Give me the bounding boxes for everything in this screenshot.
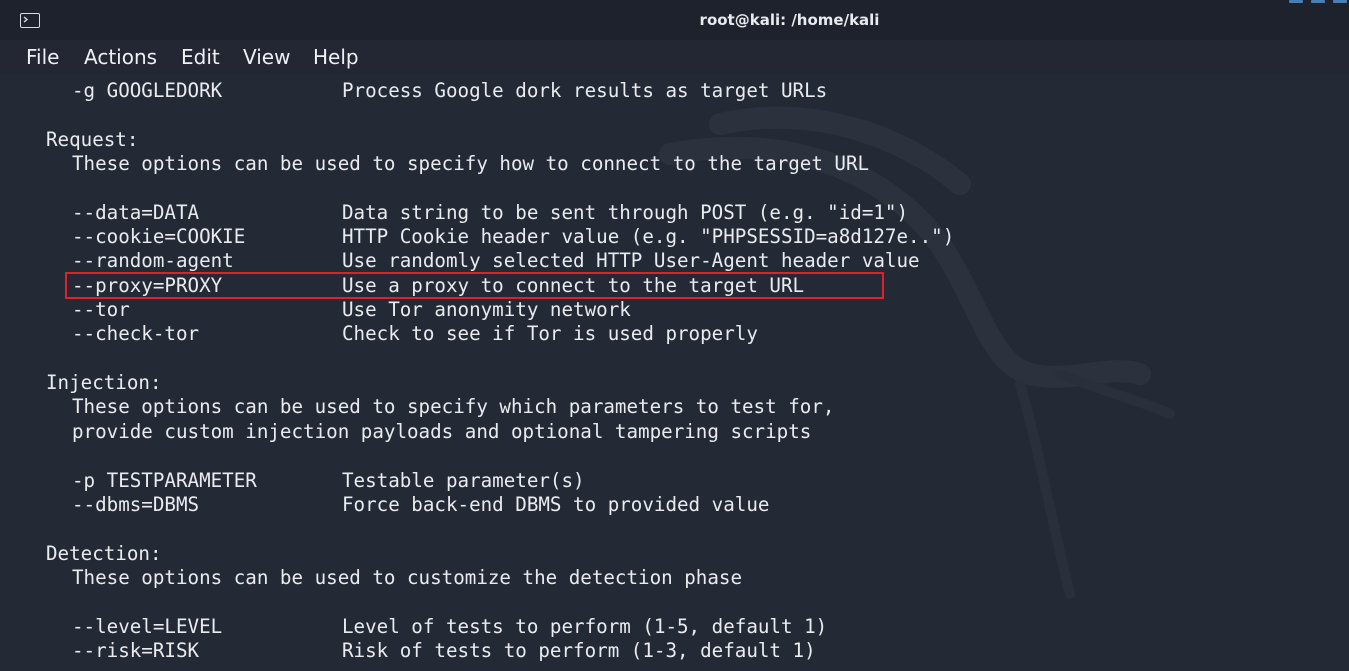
- menu-view[interactable]: View: [243, 45, 290, 69]
- menu-bar: File Actions Edit View Help: [0, 40, 1349, 74]
- terminal-window: root@kali: /home/kali File Actions Edit …: [0, 0, 1349, 671]
- cookie-desc: HTTP Cookie header value (e.g. "PHPSESSI…: [342, 225, 955, 248]
- detection-heading: Detection:: [46, 542, 162, 565]
- testparameter-option: -p TESTPARAMETER: [72, 469, 257, 492]
- risk-option: --risk=RISK: [72, 639, 200, 662]
- injection-intro-1: These options can be used to specify whi…: [72, 395, 835, 418]
- injection-heading: Injection:: [46, 371, 162, 394]
- window-title: root@kali: /home/kali: [699, 11, 880, 29]
- menu-help[interactable]: Help: [313, 45, 359, 69]
- request-heading: Request:: [46, 128, 139, 151]
- dbms-option: --dbms=DBMS: [72, 493, 200, 516]
- proxy-desc: Use a proxy to connect to the target URL: [342, 274, 805, 297]
- proxy-option: --proxy=PROXY: [72, 274, 223, 297]
- request-intro: These options can be used to specify how…: [72, 152, 870, 175]
- testparameter-desc: Testable parameter(s): [342, 469, 585, 492]
- tor-option: --tor: [72, 298, 130, 321]
- check-tor-desc: Check to see if Tor is used properly: [342, 322, 758, 345]
- detection-intro: These options can be used to customize t…: [72, 566, 743, 589]
- level-option: --level=LEVEL: [72, 615, 223, 638]
- title-bar[interactable]: root@kali: /home/kali: [0, 0, 1349, 40]
- dbms-desc: Force back-end DBMS to provided value: [342, 493, 770, 516]
- cookie-option: --cookie=COOKIE: [72, 225, 246, 248]
- menu-file[interactable]: File: [26, 45, 59, 69]
- data-option: --data=DATA: [72, 201, 200, 224]
- menu-actions[interactable]: Actions: [84, 45, 157, 69]
- risk-desc: Risk of tests to perform (1-3, default 1…: [342, 639, 816, 662]
- level-desc: Level of tests to perform (1-5, default …: [342, 615, 828, 638]
- injection-intro-2: provide custom injection payloads and op…: [72, 420, 812, 443]
- data-desc: Data string to be sent through POST (e.g…: [342, 201, 909, 224]
- googledork-option: -g GOOGLEDORK: [72, 79, 223, 102]
- menu-edit[interactable]: Edit: [181, 45, 220, 69]
- random-agent-option: --random-agent: [72, 249, 234, 272]
- random-agent-desc: Use randomly selected HTTP User-Agent he…: [342, 249, 920, 272]
- check-tor-option: --check-tor: [72, 322, 200, 345]
- tor-desc: Use Tor anonymity network: [342, 298, 631, 321]
- terminal-output[interactable]: -g GOOGLEDORK Process Google dork result…: [0, 74, 1349, 671]
- window-controls-edge[interactable]: [1289, 0, 1349, 6]
- googledork-desc: Process Google dork results as target UR…: [342, 79, 828, 102]
